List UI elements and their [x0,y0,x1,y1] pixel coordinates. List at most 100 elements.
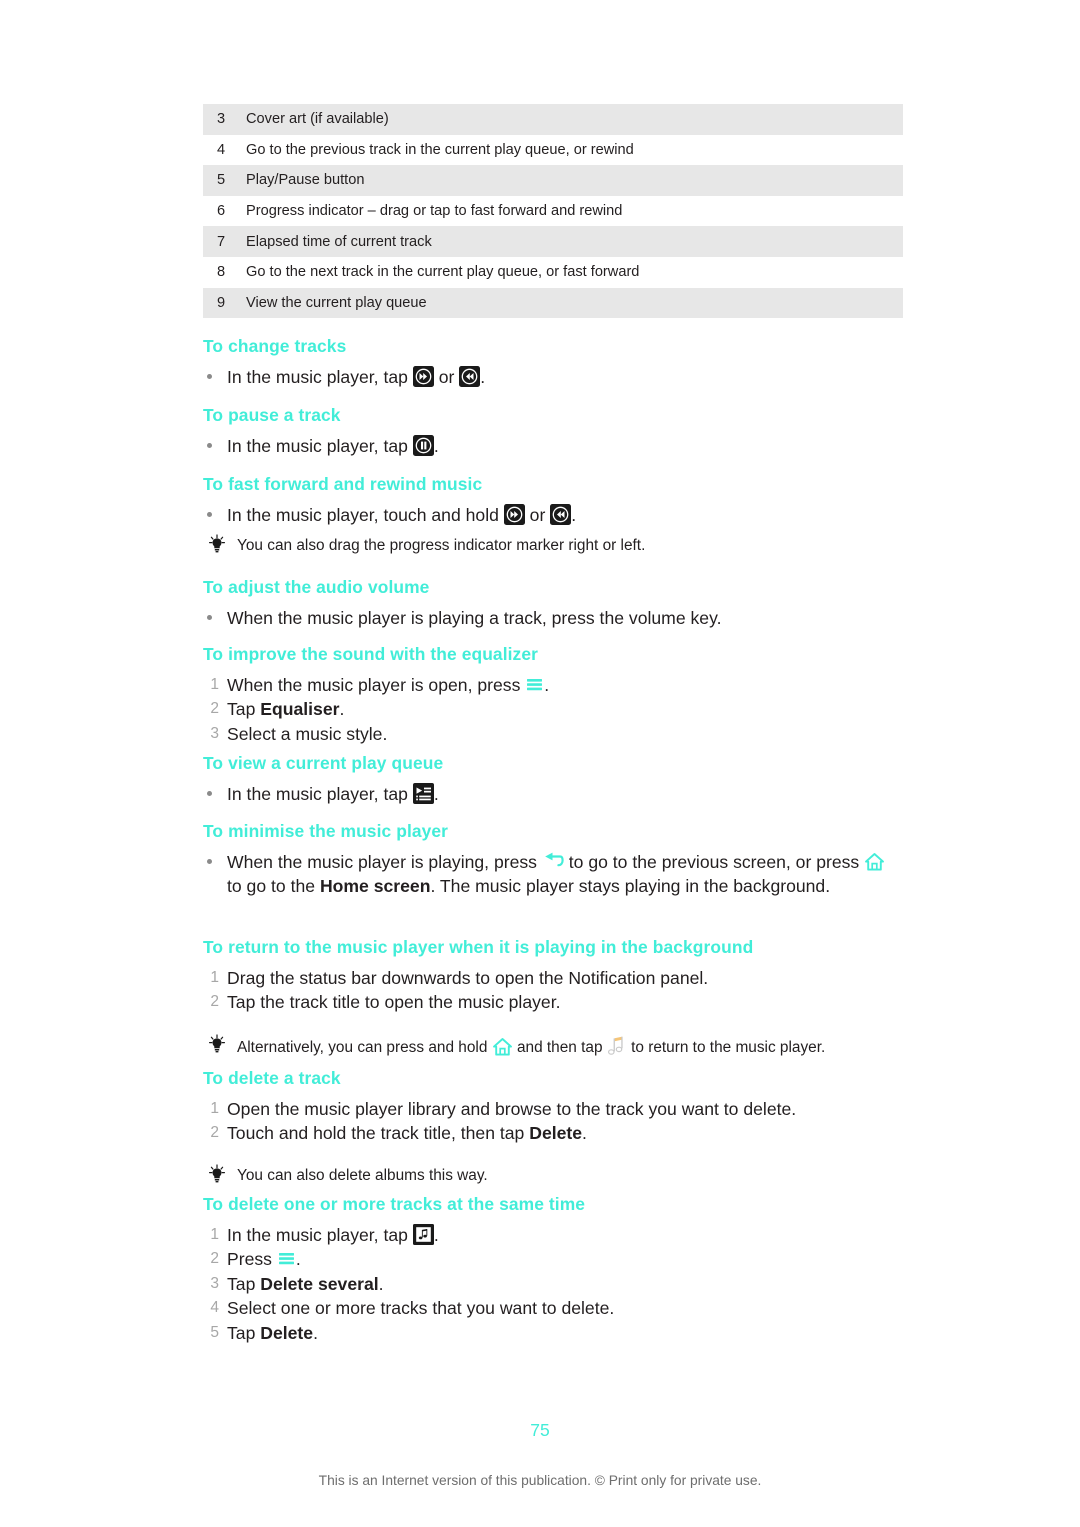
table-row: 4 Go to the previous track in the curren… [203,134,903,166]
list-item: 1 Open the music player library and brow… [203,1097,903,1121]
list-item: In the music player, tap . [203,434,903,458]
pause-icon[interactable] [412,434,434,456]
row-description: Cover art (if available) [246,111,389,128]
section-return-to-player: To return to the music player when it is… [203,937,903,1056]
step-text: Select a music style. [227,723,388,744]
section-heading: To return to the music player when it is… [203,937,754,957]
step-text: When the music player is playing a track… [227,607,722,628]
section-heading: To adjust the audio volume [203,577,430,597]
step-number: 3 [210,1274,219,1292]
list-item: 1 Drag the status bar downwards to open … [203,966,903,990]
section-delete-multiple: To delete one or more tracks at the same… [203,1194,903,1345]
music-note-button-icon[interactable] [412,1223,434,1245]
tip-text: You can also delete albums this way. [237,1166,488,1184]
row-description: Go to the next track in the current play… [246,264,640,281]
section-heading: To pause a track [203,405,341,425]
table-row: 6 Progress indicator – drag or tap to fa… [203,195,903,227]
list-item: 5 Tap Delete. [203,1321,903,1345]
row-description: Elapsed time of current track [246,233,432,250]
step-text-b: to go to the previous screen, or press [563,851,865,872]
step-text-b: or [524,504,551,525]
home-icon[interactable] [492,1037,513,1057]
list-item: In the music player, tap or . [203,365,903,389]
steps-list: When the music player is playing, press … [203,850,903,899]
step-number: 2 [210,993,219,1011]
step-text-a: Tap [227,1273,261,1294]
list-item: In the music player, tap . [203,782,903,806]
list-item: 3 Select a music style. [203,722,903,746]
tip-text-a: Alternatively, you can press and hold [237,1038,492,1056]
step-emphasis: Delete several [260,1273,379,1294]
row-description: Go to the previous track in the current … [246,141,634,158]
step-text-b: . [339,699,345,720]
row-description: Play/Pause button [246,172,365,189]
step-text-b: . [544,674,550,695]
section-change-tracks: To change tracks In the music player, ta… [203,336,903,389]
list-item: 2 Tap the track title to open the music … [203,990,903,1014]
row-number: 8 [217,264,226,281]
previous-track-icon[interactable] [459,365,481,387]
list-item: 2 Tap Equaliser. [203,697,903,721]
next-track-icon[interactable] [412,365,434,387]
step-text-a: When the music player is open, press [227,674,526,695]
back-icon[interactable] [542,852,564,871]
play-queue-icon[interactable] [412,782,434,804]
bullet-icon [207,614,212,620]
step-text-a: In the music player, touch and hold [227,504,504,525]
bullet-icon [207,790,212,796]
step-number: 1 [210,1099,219,1117]
footer-note: This is an Internet version of this publ… [318,1473,762,1488]
step-text-b: . [433,783,439,804]
step-text-c: . [480,366,486,387]
list-item: When the music player is playing a track… [203,606,903,630]
step-emphasis: Delete [529,1123,583,1144]
steps-list: In the music player, touch and hold or . [203,503,903,527]
step-text: Tap the track title to open the music pl… [227,992,561,1013]
section-heading: To delete one or more tracks at the same… [203,1194,586,1214]
bullet-icon [207,442,212,448]
steps-list: In the music player, tap . [203,434,903,458]
section-fast-forward-rewind: To fast forward and rewind music In the … [203,474,903,554]
row-number: 7 [217,233,226,250]
section-heading: To view a current play queue [203,753,444,773]
section-heading: To delete a track [203,1068,341,1088]
tip-text: You can also drag the progress indicator… [237,537,646,555]
step-text-a: Tap [227,699,261,720]
list-item: 4 Select one or more tracks that you wan… [203,1296,903,1320]
page-number: 75 [530,1420,550,1440]
section-equalizer: To improve the sound with the equalizer … [203,644,903,746]
step-number: 2 [210,1250,219,1268]
section-heading: To improve the sound with the equalizer [203,644,538,664]
step-text-b: . [582,1123,587,1144]
step-number: 3 [210,724,219,742]
bullet-icon [207,373,212,379]
step-text-b: . [433,435,439,456]
previous-track-icon[interactable] [550,503,572,525]
list-item: 3 Tap Delete several. [203,1272,903,1296]
next-track-icon[interactable] [503,503,525,525]
step-text-b: . [378,1273,384,1294]
music-note-icon[interactable] [607,1035,627,1057]
row-number: 5 [217,172,226,189]
step-text-c: to go to the [227,876,320,897]
row-description: View the current play queue [246,294,427,311]
menu-icon[interactable] [525,675,544,694]
tip-note: You can also drag the progress indicator… [203,534,903,557]
tip-text-c: to return to the music player. [626,1038,826,1056]
step-text-c: . [571,504,577,525]
row-description: Progress indicator – drag or tap to fast… [246,203,623,220]
step-emphasis: Delete [260,1322,314,1343]
steps-list: 1 When the music player is open, press .… [203,673,903,746]
step-text-a: In the music player, tap [227,366,413,387]
list-item: 2 Press . [203,1247,903,1271]
step-text-a: Press [227,1249,277,1270]
step-text: Open the music player library and browse… [227,1098,797,1119]
tip-note: You can also delete albums this way. [203,1164,903,1187]
home-icon[interactable] [864,852,885,872]
steps-list: When the music player is playing a track… [203,606,903,630]
steps-list: In the music player, tap or . [203,365,903,389]
menu-icon[interactable] [277,1249,296,1268]
step-text: Select one or more tracks that you want … [227,1298,615,1319]
step-number: 1 [210,1225,219,1243]
lightbulb-icon [207,1034,227,1054]
